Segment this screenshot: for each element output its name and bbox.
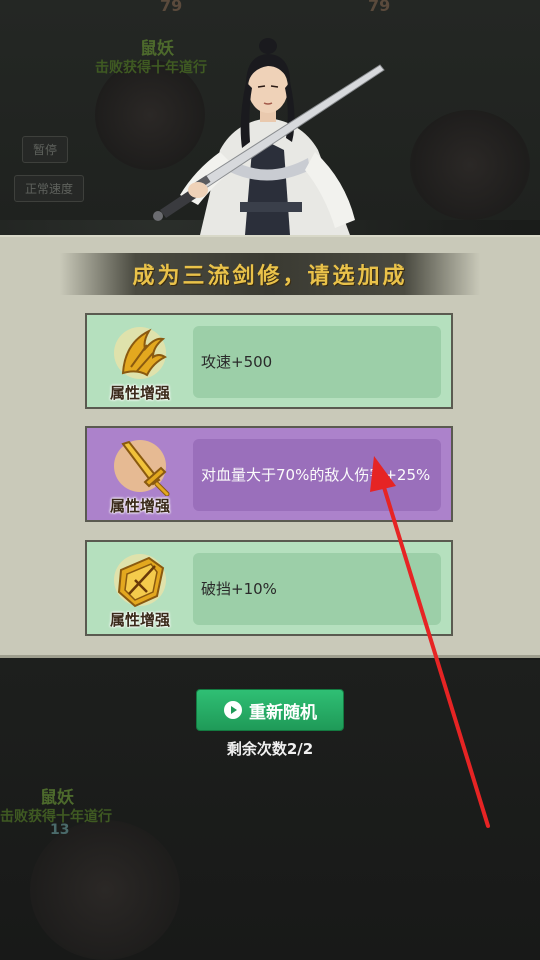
bg-hp-number-right: 79 [368,0,391,15]
bg-monster-bottom [30,820,180,960]
bg-enemy-name-bottom: 鼠妖 [40,788,74,808]
bonus-selection-panel: 成为三流剑修，请选加成 属性增强 攻速+500 属性增强 对血量大于70%的敌人 [0,235,540,658]
golden-shield-icon [114,554,166,608]
golden-claw-icon [114,327,167,379]
bg-speed-button: 正常速度 [14,175,85,202]
reroll-remaining-count: 剩余次数2/2 [226,740,314,758]
bonus-option-1[interactable]: 属性增强 攻速+500 [85,313,453,409]
bonus-option-3-description: 破挡+10% [193,553,441,625]
bonus-option-2-description: 对血量大于70%的敌人伤害+25% [193,439,441,511]
bonus-option-1-category: 属性增强 [109,384,170,402]
bonus-option-2-category: 属性增强 [109,497,170,515]
bg-monster-right [410,110,530,220]
bg-hp-number-left: 79 [160,0,183,15]
bg-pause-button: 暂停 [22,136,69,163]
bonus-option-1-icon-box: 属性增强 [97,323,183,403]
bg-enemy-number-bottom: 13 [50,822,70,838]
panel-title: 成为三流剑修，请选加成 [132,263,408,289]
bonus-option-3-icon-box: 属性增强 [97,550,183,630]
bonus-option-3[interactable]: 属性增强 破挡+10% [85,540,453,636]
bonus-option-3-category: 属性增强 [109,611,170,629]
bonus-option-2-icon-box: 属性增强 [97,436,183,516]
hero-swordsman-illustration [140,30,400,235]
golden-sword-icon [114,440,170,496]
reroll-button-label: 重新随机 [249,702,317,723]
play-icon [224,701,242,719]
panel-title-bar: 成为三流剑修，请选加成 [60,253,480,295]
reroll-button[interactable]: 重新随机 [196,689,344,731]
bonus-option-2[interactable]: 属性增强 对血量大于70%的敌人伤害+25% [85,426,453,522]
bonus-option-1-description: 攻速+500 [193,326,441,398]
